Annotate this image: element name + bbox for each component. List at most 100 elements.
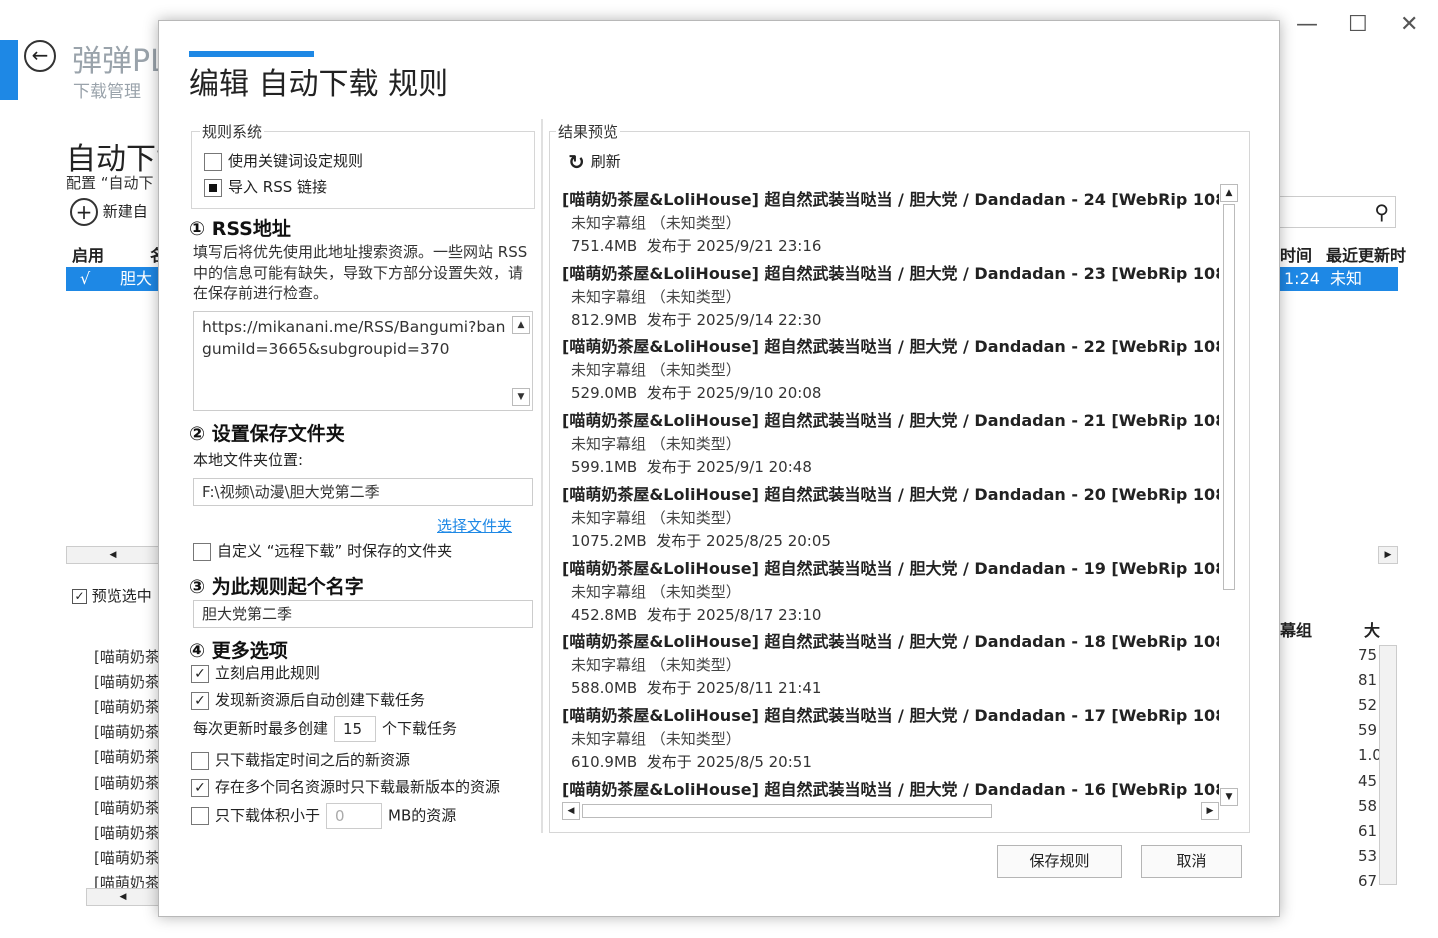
bg-list-item[interactable]: [喵萌奶茶 <box>94 696 160 717</box>
import-rss-option[interactable]: 导入 RSS 链接 <box>204 176 327 197</box>
scroll-down-icon[interactable]: ▼ <box>512 388 530 406</box>
bg-list-item[interactable]: [喵萌奶茶 <box>94 746 160 767</box>
cancel-button[interactable]: 取消 <box>1141 845 1242 878</box>
col-size-header[interactable]: 大 <box>1364 617 1380 641</box>
rss-checkbox[interactable] <box>204 178 222 197</box>
bg-list-item[interactable]: [喵萌奶茶 <box>94 772 160 793</box>
back-icon[interactable]: ← <box>24 40 56 72</box>
item-size-date: 588.0MB 发布于 2025/8/11 21:41 <box>571 679 822 698</box>
bg-list-size: 58 <box>1358 796 1378 815</box>
rss-heading: ① RSS地址 <box>189 218 291 240</box>
scroll-thumb[interactable] <box>582 804 992 818</box>
item-title: [喵萌奶茶屋&LoliHouse] 超自然武装当哒当 / 胆大党 / Danda… <box>562 263 1219 283</box>
item-title: [喵萌奶茶屋&LoliHouse] 超自然武装当哒当 / 胆大党 / Danda… <box>562 411 1219 431</box>
rule-system-group: 规则系统 使用关键词设定规则 导入 RSS 链接 <box>191 121 535 209</box>
preview-list-item[interactable]: [喵萌奶茶屋&LoliHouse] 超自然武装当哒当 / 胆大党 / Danda… <box>562 776 1219 800</box>
auto-create-option[interactable]: ✓ 发现新资源后自动创建下载任务 <box>191 689 425 710</box>
bg-list-size: 52 <box>1358 696 1378 715</box>
choose-folder-link[interactable]: 选择文件夹 <box>437 515 512 536</box>
size-limit-input[interactable]: 0 <box>326 803 383 829</box>
rule-name-input[interactable]: 胆大党第二季 <box>193 600 533 628</box>
bg-list-size: 59 <box>1358 721 1378 740</box>
bg-list-size: 53 <box>1358 846 1378 865</box>
selected-rule-row-right[interactable]: 1:24 未知 <box>1278 267 1398 291</box>
custom-remote-checkbox[interactable] <box>193 542 211 561</box>
item-title: [喵萌奶茶屋&LoliHouse] 超自然武装当哒当 / 胆大党 / Danda… <box>562 558 1219 578</box>
custom-remote-folder-option[interactable]: 自定义 “远程下载” 时保存的文件夹 <box>193 540 452 561</box>
scroll-right-icon[interactable]: ▶ <box>1201 802 1219 820</box>
size-limit-checkbox[interactable] <box>191 807 209 825</box>
preview-list-item[interactable]: [喵萌奶茶屋&LoliHouse] 超自然武装当哒当 / 胆大党 / Danda… <box>562 260 1219 330</box>
enable-now-checkbox[interactable]: ✓ <box>191 664 209 683</box>
bg-list-item[interactable]: [喵萌奶茶 <box>94 797 160 818</box>
after-time-checkbox[interactable] <box>191 751 209 770</box>
bg-list-size: 75 <box>1358 646 1378 664</box>
bg-list-size: 61 <box>1358 821 1378 840</box>
latest-only-checkbox[interactable]: ✓ <box>191 778 209 797</box>
scroll-left-icon[interactable]: ◀ <box>562 802 580 820</box>
scroll-down-icon[interactable]: ▼ <box>1220 788 1238 806</box>
col-time-header[interactable]: 时间 <box>1280 242 1312 266</box>
bg-vertical-scrollbar[interactable] <box>1379 645 1397 885</box>
use-keyword-option[interactable]: 使用关键词设定规则 <box>204 150 363 171</box>
scroll-thumb[interactable] <box>1223 204 1235 590</box>
new-rule-button[interactable]: + 新建自 <box>70 198 148 226</box>
item-size-date: 452.8MB 发布于 2025/8/17 23:10 <box>571 605 822 624</box>
right-hscroll[interactable]: ▶ <box>1378 546 1398 564</box>
rss-url-input[interactable]: https://mikanani.me/RSS/Bangumi?bangumiI… <box>193 311 533 411</box>
folder-heading: ② 设置保存文件夹 <box>189 423 345 445</box>
scroll-up-icon[interactable]: ▲ <box>512 316 530 334</box>
bg-list-item[interactable]: [喵萌奶茶 <box>94 721 160 742</box>
col-enable-header[interactable]: 启用 <box>72 242 104 266</box>
bg-list-item[interactable]: [喵萌奶茶 <box>94 822 160 843</box>
item-size-date: 812.9MB 发布于 2025/9/14 22:30 <box>571 310 822 329</box>
preview-list-item[interactable]: [喵萌奶茶屋&LoliHouse] 超自然武装当哒当 / 胆大党 / Danda… <box>562 481 1219 551</box>
item-group: 未知字幕组 （未知类型） <box>571 508 741 527</box>
panel-divider <box>541 119 543 833</box>
selected-rule-row[interactable]: √ 胆大 <box>66 267 162 291</box>
refresh-button[interactable]: ↻ 刷新 <box>568 150 621 174</box>
scroll-up-icon[interactable]: ▲ <box>1220 184 1238 202</box>
item-group: 未知字幕组 （未知类型） <box>571 361 741 380</box>
bg-list-item[interactable]: [喵萌奶茶 <box>94 847 160 868</box>
item-size-date: 599.1MB 发布于 2025/9/1 20:48 <box>571 458 812 477</box>
result-preview-legend: 结果预览 <box>556 121 621 142</box>
latest-only-option[interactable]: ✓ 存在多个同名资源时只下载最新版本的资源 <box>191 776 500 797</box>
max-tasks-row: 每次更新时最多创建 15 个下载任务 <box>193 716 457 742</box>
item-group: 未知字幕组 （未知类型） <box>571 656 741 675</box>
bg-list-item[interactable]: [喵萌奶茶 <box>94 646 160 667</box>
max-tasks-input[interactable]: 15 <box>334 716 377 742</box>
item-group: 未知字幕组 （未知类型） <box>571 214 741 232</box>
preview-list[interactable]: [喵萌奶茶屋&LoliHouse] 超自然武装当哒当 / 胆大党 / Danda… <box>562 180 1219 804</box>
preview-list-item[interactable]: [喵萌奶茶屋&LoliHouse] 超自然武装当哒当 / 胆大党 / Danda… <box>562 407 1219 477</box>
search-input[interactable]: ⚲ <box>1278 196 1396 228</box>
bg-bottom-hscroll[interactable]: ◀ <box>86 888 160 906</box>
preview-list-item[interactable]: [喵萌奶茶屋&LoliHouse] 超自然武装当哒当 / 胆大党 / Danda… <box>562 702 1219 772</box>
bg-list-item[interactable]: [喵萌奶茶 <box>94 671 160 692</box>
folder-path-input[interactable]: F:\视频\动漫\胆大党第二季 <box>193 478 533 506</box>
minimize-icon[interactable]: — <box>1296 12 1318 37</box>
save-rule-button[interactable]: 保存规则 <box>997 845 1122 878</box>
item-group: 未知字幕组 （未知类型） <box>571 287 741 306</box>
search-icon: ⚲ <box>1374 200 1389 224</box>
col-group-header[interactable]: 幕组 <box>1280 617 1312 641</box>
nav-accent-bar <box>0 40 18 100</box>
enable-now-option[interactable]: ✓ 立刻启用此规则 <box>191 662 320 683</box>
preview-list-item[interactable]: [喵萌奶茶屋&LoliHouse] 超自然武装当哒当 / 胆大党 / Danda… <box>562 628 1219 698</box>
preview-list-item[interactable]: [喵萌奶茶屋&LoliHouse] 超自然武装当哒当 / 胆大党 / Danda… <box>562 333 1219 403</box>
size-limit-row: 只下载体积小于 0 MB的资源 <box>191 803 456 829</box>
close-icon[interactable]: ✕ <box>1400 12 1418 37</box>
preview-vertical-scrollbar[interactable]: ▲ ▼ <box>1220 184 1238 806</box>
after-time-option[interactable]: 只下载指定时间之后的新资源 <box>191 749 410 770</box>
auto-create-checkbox[interactable]: ✓ <box>191 691 209 710</box>
keyword-checkbox[interactable] <box>204 152 222 171</box>
preview-selected-checkbox[interactable]: ✓ 预览选中 <box>72 585 152 606</box>
name-heading: ③ 为此规则起个名字 <box>189 576 364 598</box>
col-last-update-header[interactable]: 最近更新时 <box>1326 242 1406 266</box>
preview-list-item[interactable]: [喵萌奶茶屋&LoliHouse] 超自然武装当哒当 / 胆大党 / Danda… <box>562 555 1219 625</box>
left-hscroll[interactable]: ◀ <box>66 546 160 564</box>
item-title: [喵萌奶茶屋&LoliHouse] 超自然武装当哒当 / 胆大党 / Danda… <box>562 190 1219 209</box>
preview-horizontal-scrollbar[interactable]: ◀ ▶ <box>562 802 1219 822</box>
preview-list-item[interactable]: [喵萌奶茶屋&LoliHouse] 超自然武装当哒当 / 胆大党 / Danda… <box>562 186 1219 256</box>
maximize-icon[interactable]: ☐ <box>1348 12 1368 37</box>
